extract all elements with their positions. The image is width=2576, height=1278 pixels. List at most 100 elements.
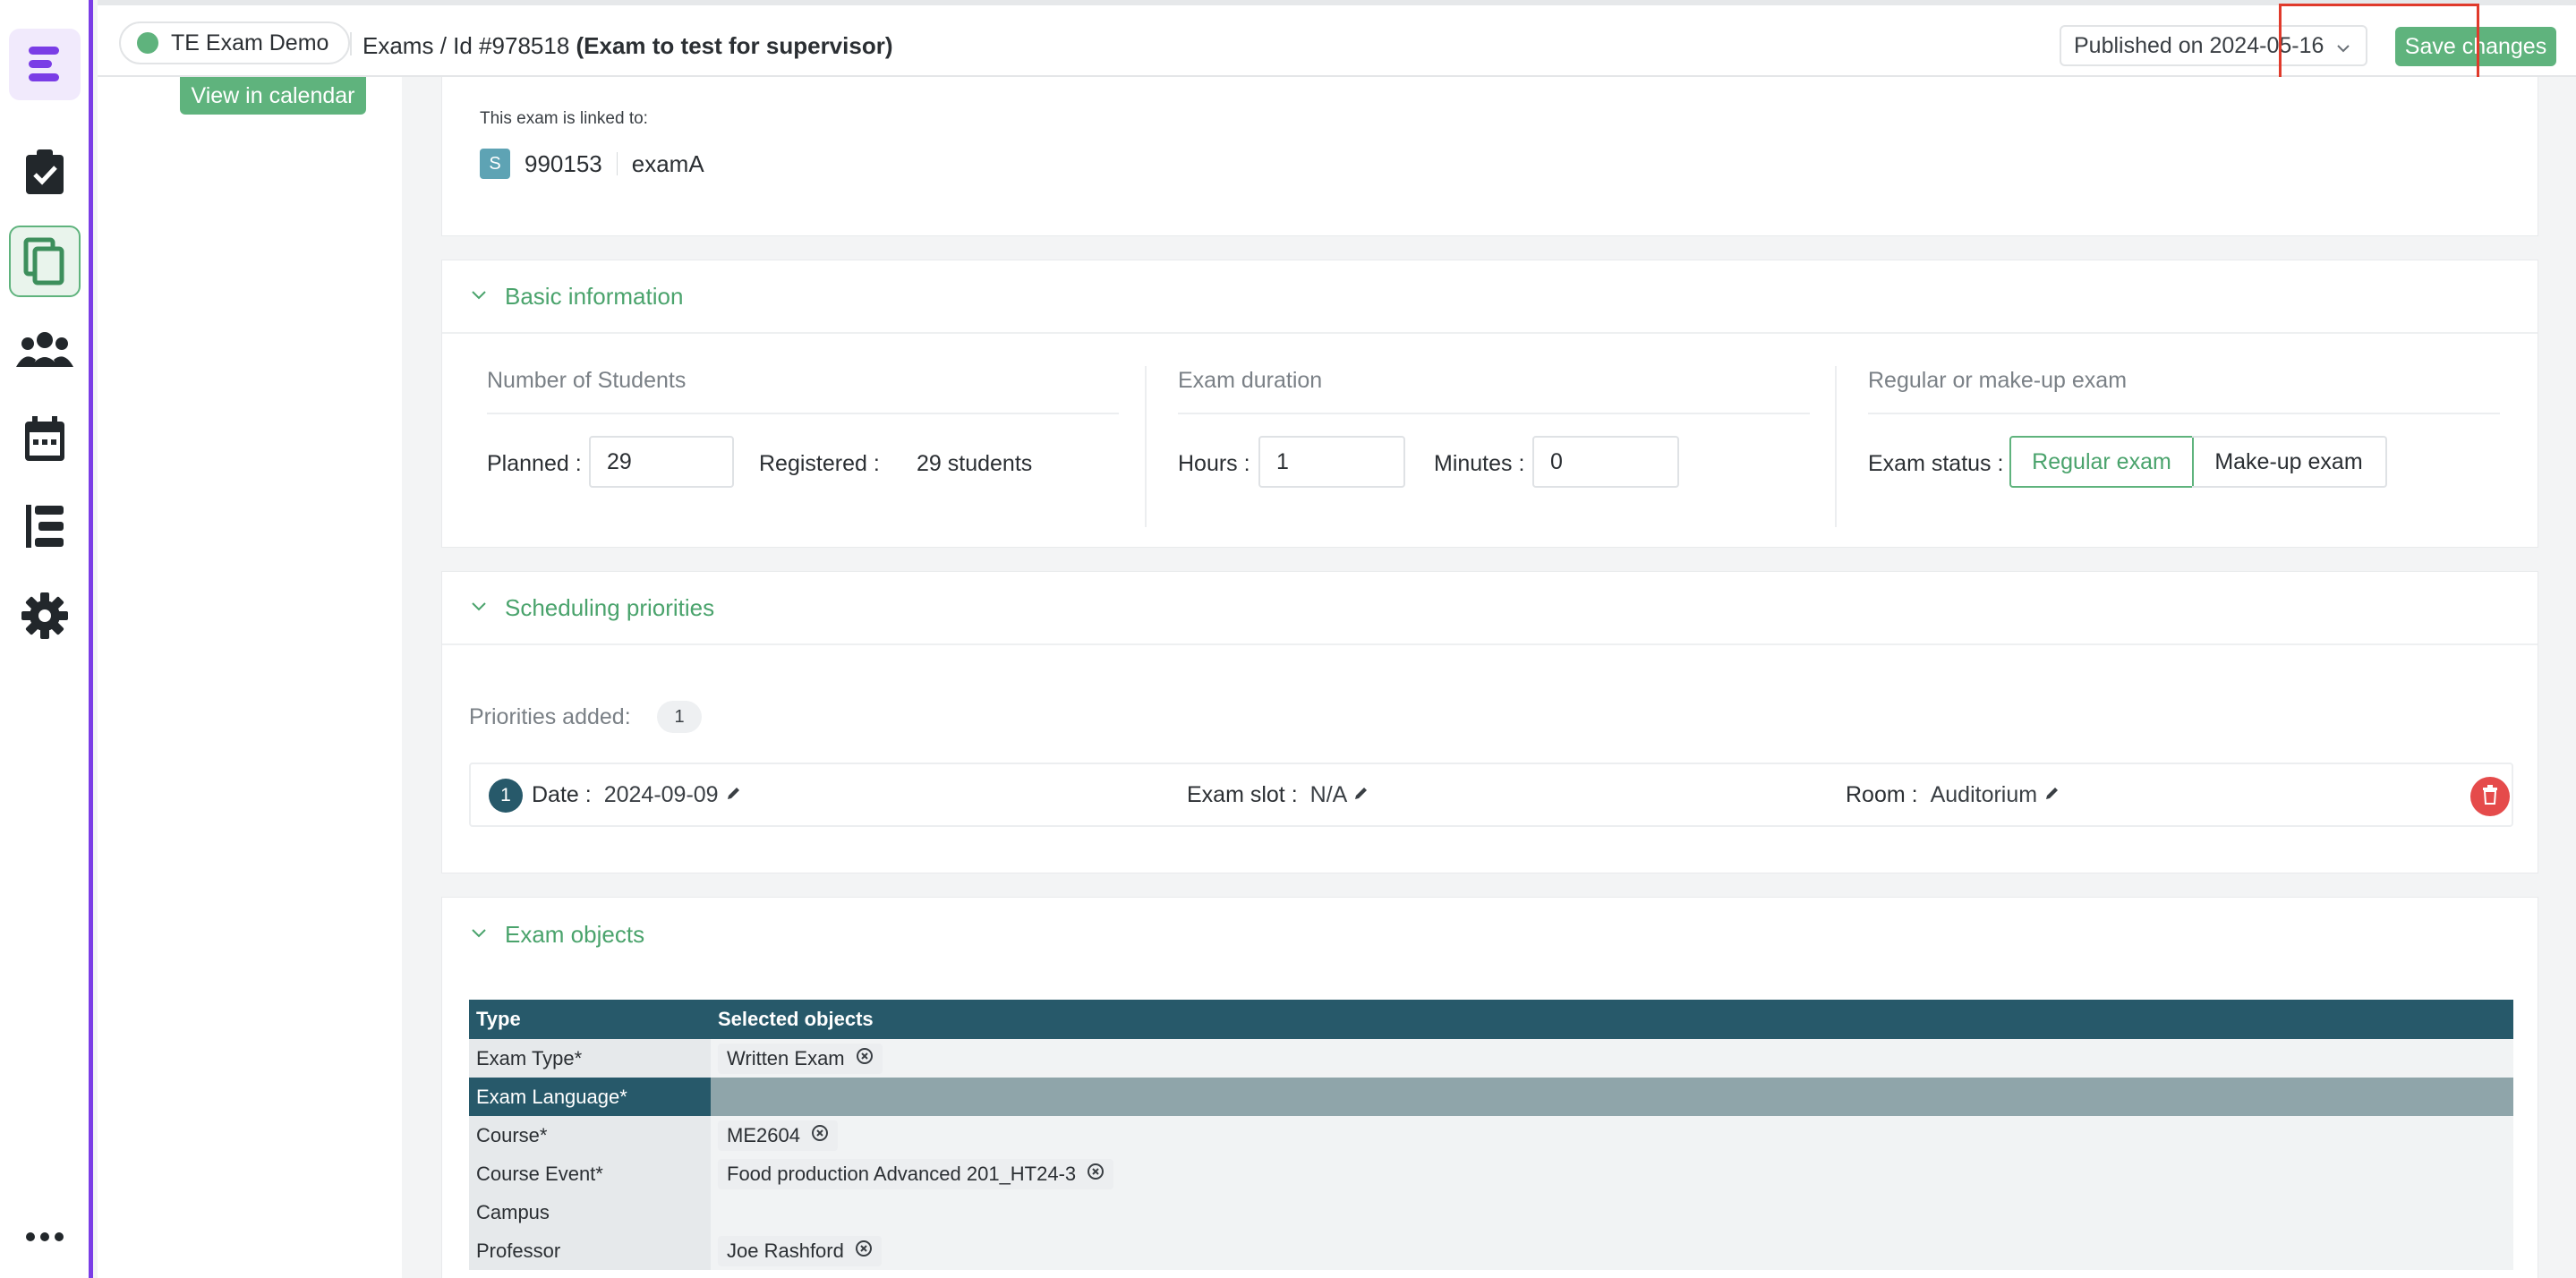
linked-object[interactable]: S 990153 examA <box>480 149 704 179</box>
minutes-label: Minutes : <box>1434 451 1525 476</box>
row-values: Joe Rashford <box>711 1231 2513 1270</box>
students-title: Number of Students <box>487 368 687 393</box>
row-values: Written Exam <box>711 1039 2513 1078</box>
row-values: Food production Advanced 201_HT24-3 <box>711 1154 2513 1193</box>
divider <box>616 152 618 175</box>
remove-circle-icon[interactable] <box>856 1047 874 1070</box>
chip-label: Joe Rashford <box>727 1239 844 1262</box>
object-chip[interactable]: Written Exam <box>718 1043 883 1074</box>
exam-status-title: Regular or make-up exam <box>1868 368 2128 393</box>
chevron-down-icon[interactable] <box>469 923 489 947</box>
copy-icon[interactable] <box>9 226 81 297</box>
row-type: Campus <box>469 1193 711 1231</box>
basic-information-header[interactable]: Basic information <box>442 260 2538 334</box>
row-type: Professor <box>469 1231 711 1270</box>
students-group: Number of Students Planned : 29 Register… <box>469 359 1133 529</box>
object-chip[interactable]: Food production Advanced 201_HT24-3 <box>718 1158 1114 1189</box>
exam-status-group: Regular or make-up exam Exam status : Re… <box>1850 359 2514 529</box>
gear-icon[interactable] <box>9 580 81 652</box>
planned-input[interactable]: 29 <box>589 436 734 488</box>
chip-label: Food production Advanced 201_HT24-3 <box>727 1162 1077 1185</box>
exam-objects-table: Type Selected objects Exam Type* Written… <box>469 1000 2513 1270</box>
priority-number-badge: 1 <box>489 779 523 813</box>
priority-slot: Exam slot : N/A <box>1187 782 1370 808</box>
divider <box>487 413 1119 414</box>
object-chip[interactable]: ME2604 <box>718 1120 838 1151</box>
exam-objects-header[interactable]: Exam objects <box>442 898 2538 971</box>
linked-name: examA <box>631 149 704 177</box>
breadcrumb: Exams / Id #978518 (Exam to test for sup… <box>363 32 893 60</box>
priority-room: Room : Auditorium <box>1846 782 2061 808</box>
duration-group: Exam duration Hours : 1 Minutes : 0 <box>1160 359 1824 529</box>
divider <box>1178 413 1810 414</box>
room-value[interactable]: Auditorium <box>1931 782 2038 807</box>
column-header-selected: Selected objects <box>711 1000 2513 1039</box>
hours-input[interactable]: 1 <box>1258 436 1405 488</box>
divider <box>1145 366 1147 527</box>
slot-label: Exam slot : <box>1187 782 1298 807</box>
row-values <box>711 1078 2513 1116</box>
makeup-exam-option[interactable]: Make-up exam <box>2192 436 2387 488</box>
object-chip[interactable]: Joe Rashford <box>718 1235 882 1266</box>
row-values: ME2604 <box>711 1116 2513 1154</box>
app-logo-icon[interactable] <box>9 29 81 100</box>
delete-priority-button[interactable] <box>2470 777 2510 816</box>
left-rail <box>0 0 93 1278</box>
users-group-icon[interactable] <box>9 313 81 385</box>
row-type: Exam Type* <box>469 1039 711 1078</box>
table-row[interactable]: Exam Type* Written Exam <box>469 1039 2513 1078</box>
hierarchy-list-icon[interactable] <box>9 490 81 562</box>
pencil-icon[interactable] <box>725 782 743 807</box>
priority-row: 1 Date : 2024-09-09 Exam slot : N/A Room :… <box>469 763 2513 827</box>
hours-label: Hours : <box>1178 451 1250 476</box>
left-panel: View in calendar <box>98 77 402 1278</box>
chevron-down-icon[interactable] <box>469 285 489 309</box>
clipboard-check-icon[interactable] <box>9 136 81 208</box>
slot-value[interactable]: N/A <box>1310 782 1346 807</box>
divider <box>350 32 352 55</box>
registered-value: 29 students <box>917 451 1033 476</box>
calendar-icon[interactable] <box>9 403 81 474</box>
planned-label: Planned : <box>487 451 582 476</box>
tenant-switcher[interactable]: TE Exam Demo <box>119 21 351 64</box>
chip-label: ME2604 <box>727 1123 800 1146</box>
date-value[interactable]: 2024-09-09 <box>604 782 719 807</box>
priority-date: Date : 2024-09-09 <box>532 782 743 808</box>
divider <box>1868 413 2500 414</box>
scheduling-priorities-card: Scheduling priorities Priorities added: … <box>441 571 2538 873</box>
row-type: Exam Language* <box>469 1078 711 1116</box>
priorities-added-label: Priorities added: <box>469 704 631 729</box>
view-in-calendar-button[interactable]: View in calendar <box>180 77 366 115</box>
remove-circle-icon[interactable] <box>811 1124 829 1147</box>
tenant-name: TE Exam Demo <box>171 30 329 55</box>
breadcrumb-exams-link[interactable]: Exams <box>363 32 433 59</box>
status-dot-icon <box>137 32 158 54</box>
linked-type-badge: S <box>480 149 510 179</box>
pencil-icon[interactable] <box>1352 782 1370 807</box>
exam-status-label: Exam status : <box>1868 451 2004 476</box>
top-bar: TE Exam Demo Exams / Id #978518 (Exam to… <box>98 0 2576 77</box>
table-row[interactable]: Professor Joe Rashford <box>469 1231 2513 1270</box>
breadcrumb-id: / Id #978518 <box>439 32 570 59</box>
remove-circle-icon[interactable] <box>1087 1163 1105 1186</box>
row-values <box>711 1193 2513 1231</box>
table-row[interactable]: Exam Language* <box>469 1078 2513 1116</box>
section-title: Scheduling priorities <box>505 593 715 621</box>
more-dots-icon[interactable] <box>9 1219 81 1255</box>
section-title: Exam objects <box>505 920 645 948</box>
table-row[interactable]: Course* ME2604 <box>469 1116 2513 1154</box>
chevron-down-icon[interactable] <box>469 596 489 620</box>
trash-icon <box>2481 784 2499 809</box>
linked-code: 990153 <box>525 149 602 177</box>
basic-information-card: Basic information Number of Students Pla… <box>441 260 2538 548</box>
table-row[interactable]: Course Event* Food production Advanced 2… <box>469 1154 2513 1193</box>
regular-exam-option[interactable]: Regular exam <box>2009 436 2194 488</box>
pencil-icon[interactable] <box>2043 782 2061 807</box>
priorities-count-badge: 1 <box>657 701 702 733</box>
section-title: Basic information <box>505 282 684 310</box>
table-row[interactable]: Campus <box>469 1193 2513 1231</box>
row-type: Course Event* <box>469 1154 711 1193</box>
minutes-input[interactable]: 0 <box>1532 436 1679 488</box>
scheduling-priorities-header[interactable]: Scheduling priorities <box>442 572 2538 645</box>
remove-circle-icon[interactable] <box>855 1240 873 1263</box>
